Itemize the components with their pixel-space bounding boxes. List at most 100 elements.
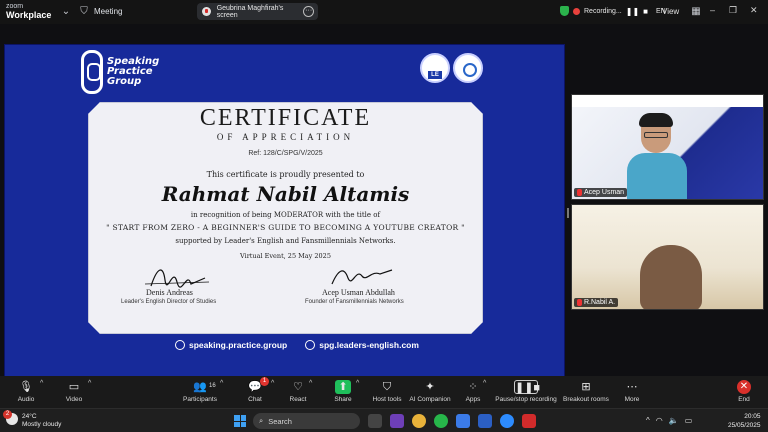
more-icon[interactable]: ··· bbox=[303, 6, 314, 17]
system-tray: ^ ◠ 🔈 ▭ bbox=[646, 416, 692, 425]
participants-caret-icon[interactable]: ^ bbox=[220, 380, 223, 387]
event-line: Virtual Event, 25 May 2025 bbox=[240, 252, 331, 260]
meeting-stage: Speaking Practice Group CERTIFICATE OF A… bbox=[0, 24, 768, 382]
apps-caret-icon[interactable]: ^ bbox=[483, 380, 486, 387]
chevron-up-icon[interactable]: ^ bbox=[646, 416, 650, 425]
chrome-icon[interactable] bbox=[412, 414, 426, 428]
breakout-rooms-icon: ⊞ bbox=[581, 381, 591, 393]
audio-button[interactable]: 🎙 Audio bbox=[8, 380, 44, 403]
weather-icon: 2 bbox=[3, 410, 18, 425]
certificate-paper: CERTIFICATE OF APPRECIATION Ref: 128/C/S… bbox=[88, 102, 483, 334]
share-button[interactable]: ⬆ Share bbox=[328, 380, 358, 403]
signatory-2-role: Founder of Fansmillennials Networks bbox=[305, 299, 404, 305]
presented-line: This certificate is proudly presented to bbox=[206, 170, 365, 179]
search-icon: ⌕ bbox=[259, 416, 264, 425]
end-call-icon: ✕ bbox=[737, 380, 751, 394]
spg-logo-mark-icon bbox=[81, 50, 103, 94]
chat-button[interactable]: 💬 1 Chat bbox=[240, 377, 270, 403]
participant-nameplate: Acep Usman bbox=[574, 188, 628, 197]
weather-widget[interactable]: 2 24°C Mostly cloudy bbox=[3, 410, 61, 429]
recipient-name: Rahmat Nabil Altamis bbox=[161, 182, 410, 206]
instagram-icon bbox=[175, 340, 185, 350]
whatsapp-icon[interactable] bbox=[434, 414, 448, 428]
website-link: spg.leaders-english.com bbox=[305, 340, 419, 350]
sharer-avatar-icon bbox=[202, 7, 211, 16]
zoom-workplace-icon[interactable] bbox=[500, 414, 514, 428]
view-button[interactable]: View bbox=[662, 7, 679, 16]
participant-nameplate: R.Nabil A. bbox=[574, 298, 619, 307]
maximize-icon[interactable]: ❐ bbox=[729, 5, 737, 16]
brand-bottom: Workplace bbox=[6, 10, 52, 20]
pause-recording-icon[interactable]: ❚❚ bbox=[626, 7, 639, 16]
encryption-shield-icon bbox=[560, 6, 569, 16]
microphone-icon: 🎙 bbox=[19, 381, 33, 393]
windows-taskbar: 2 24°C Mostly cloudy ⌕ Search ^ ◠ 🔈 ▭ 20… bbox=[0, 408, 768, 432]
chat-caret-icon[interactable]: ^ bbox=[271, 380, 274, 387]
instagram-link: speaking.practice.group bbox=[175, 340, 287, 350]
participants-button[interactable]: 👥 16 Participants bbox=[181, 380, 219, 403]
topic-line: " START FROM ZERO - A BEGINNER'S GUIDE T… bbox=[106, 223, 465, 232]
wifi-icon[interactable]: ◠ bbox=[656, 416, 663, 425]
chat-icon: 💬 1 bbox=[247, 377, 269, 394]
teams-icon[interactable] bbox=[390, 414, 404, 428]
ai-companion-button[interactable]: ✦ AI Companion bbox=[408, 380, 452, 403]
sparkle-icon: ✦ bbox=[425, 381, 435, 393]
heart-icon: ♡ bbox=[293, 381, 303, 393]
taskbar-clock[interactable]: 20:05 25/05/2025 bbox=[728, 412, 761, 430]
react-caret-icon[interactable]: ^ bbox=[309, 380, 312, 387]
shield-check-icon[interactable]: ⛉ bbox=[78, 6, 90, 18]
video-options-caret-icon[interactable]: ^ bbox=[88, 380, 91, 387]
recording-label: Recording... bbox=[584, 7, 622, 15]
video-tile-acep-usman[interactable]: Acep Usman bbox=[571, 94, 764, 200]
view-grid-icon[interactable]: ▦ bbox=[690, 6, 702, 18]
pause-stop-icon: ❚❚■ bbox=[514, 380, 541, 394]
volume-icon[interactable]: 🔈 bbox=[669, 416, 679, 425]
word-icon[interactable] bbox=[478, 414, 492, 428]
taskbar-search[interactable]: ⌕ Search bbox=[253, 413, 360, 429]
meeting-controls: 🎙 Audio ^ ▭ Video ^ 👥 16 Participants ^ 💬… bbox=[0, 376, 768, 408]
pause-stop-recording-button[interactable]: ❚❚■ Pause/stop recording bbox=[494, 380, 558, 403]
signature-1 bbox=[143, 260, 213, 290]
chevron-down-icon[interactable]: ⌄ bbox=[60, 6, 72, 18]
host-tools-button[interactable]: ⛉ Host tools bbox=[369, 380, 405, 403]
meeting-label: Meeting bbox=[94, 7, 123, 16]
shield-icon: ⛉ bbox=[382, 381, 392, 393]
signatory-1-name: Denis Andreas bbox=[146, 288, 193, 297]
shared-certificate: Speaking Practice Group CERTIFICATE OF A… bbox=[4, 44, 565, 382]
video-tile-nabil[interactable]: R.Nabil A. bbox=[571, 204, 764, 310]
participant-video bbox=[640, 245, 702, 309]
apps-icon: ⁘ bbox=[468, 381, 478, 393]
audio-options-caret-icon[interactable]: ^ bbox=[40, 380, 43, 387]
partner-seal-icon bbox=[453, 53, 483, 83]
certificate-ref: Ref: 128/C/SPG/V/2025 bbox=[248, 150, 323, 157]
acrobat-icon[interactable] bbox=[522, 414, 536, 428]
share-caret-icon[interactable]: ^ bbox=[356, 380, 359, 387]
spg-logo-text: Speaking Practice Group bbox=[107, 56, 160, 87]
end-button[interactable]: ✕ End bbox=[732, 380, 756, 403]
minimize-icon[interactable]: – bbox=[710, 5, 715, 15]
windows-start-icon[interactable] bbox=[234, 415, 246, 427]
stop-recording-icon[interactable]: ■ bbox=[643, 7, 648, 16]
shared-screen-label: Geubrina Maghfirah's screen bbox=[216, 4, 284, 19]
video-button[interactable]: ▭ Video bbox=[56, 380, 92, 403]
recording-dot-icon bbox=[573, 7, 580, 15]
more-button[interactable]: ⋯ More bbox=[618, 380, 646, 403]
close-icon[interactable]: ✕ bbox=[750, 5, 758, 16]
recognition-line: in recognition of being MODERATOR with t… bbox=[190, 211, 381, 219]
zoom-window: zoom Workplace ⌄ ⛉ Meeting Geubrina Magh… bbox=[0, 0, 768, 432]
share-screen-icon: ⬆ bbox=[335, 380, 351, 394]
spg-logo: Speaking Practice Group bbox=[81, 50, 159, 94]
mic-off-icon bbox=[577, 189, 582, 196]
breakout-rooms-button[interactable]: ⊞ Breakout rooms bbox=[560, 380, 612, 403]
zoom-app-icon[interactable] bbox=[456, 414, 470, 428]
title-bar: zoom Workplace ⌄ ⛉ Meeting Geubrina Magh… bbox=[0, 0, 768, 24]
background-banner bbox=[572, 95, 763, 107]
battery-icon[interactable]: ▭ bbox=[685, 416, 693, 425]
task-view-icon[interactable] bbox=[368, 414, 382, 428]
shared-screen-pill[interactable]: Geubrina Maghfirah's screen ··· bbox=[197, 3, 318, 20]
participant-video bbox=[627, 113, 687, 199]
panel-resize-handle[interactable] bbox=[567, 208, 569, 218]
signature-2 bbox=[326, 260, 396, 290]
certificate-title: CERTIFICATE bbox=[199, 105, 372, 131]
recording-indicator[interactable]: Recording... ❚❚ ■ EN bbox=[560, 6, 666, 16]
